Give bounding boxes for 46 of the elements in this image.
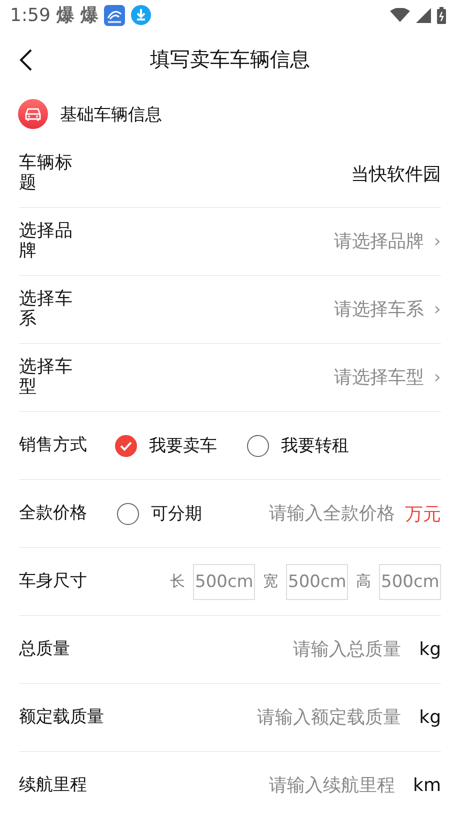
back-icon[interactable]	[18, 48, 34, 72]
notification-icon: 爆	[80, 3, 98, 27]
field-label: 额定载质量	[19, 708, 104, 727]
dimension-field[interactable]: 500cm	[379, 564, 441, 600]
input-field[interactable]: 请输入续航里程	[97, 775, 396, 796]
unit-label: 万元	[405, 502, 441, 526]
select-field[interactable]: 请选择车型	[87, 367, 424, 388]
unit-label: km	[413, 775, 441, 796]
field-label: 销售方式	[19, 436, 87, 455]
dimension-field[interactable]: 500cm	[193, 564, 255, 600]
dimension-label: 高	[356, 572, 371, 591]
dimension-label: 长	[170, 572, 185, 591]
field-label: 车辆标题	[19, 154, 74, 193]
input-field[interactable]: 请输入额定载质量	[114, 707, 402, 728]
notification-icon: 爆	[56, 3, 74, 27]
page-title: 填写卖车车辆信息	[150, 46, 310, 72]
input-field[interactable]: 请输入全款价格	[212, 503, 395, 524]
wifi-icon	[390, 8, 410, 22]
app-icon	[104, 4, 126, 26]
input-field[interactable]: 当快软件园	[87, 163, 441, 184]
download-icon	[131, 5, 152, 25]
field-label: 全款价格	[19, 504, 87, 523]
radio-option[interactable]: 我要卖车	[115, 434, 217, 457]
dimension-label: 宽	[263, 572, 278, 591]
select-field[interactable]: 请选择品牌	[87, 231, 424, 252]
dimension-field[interactable]: 500cm	[286, 564, 348, 600]
radio-option[interactable]: 我要转租	[247, 434, 349, 457]
signal-icon	[416, 8, 431, 22]
unit-label: kg	[419, 639, 441, 660]
field-label: 选择车系	[19, 290, 74, 329]
status-time: 1:59	[10, 4, 50, 26]
unit-label: kg	[419, 707, 441, 728]
select-field[interactable]: 请选择车系	[87, 299, 424, 320]
radio-option[interactable]: 可分期	[117, 502, 202, 525]
field-label: 选择品牌	[19, 222, 74, 261]
car-icon	[18, 99, 48, 129]
chevron-icon: ›	[434, 367, 441, 388]
field-label: 选择车型	[19, 358, 74, 397]
field-label: 车身尺寸	[19, 572, 87, 591]
chevron-icon: ›	[434, 299, 441, 320]
field-label: 总质量	[19, 640, 70, 659]
battery-icon	[437, 6, 446, 24]
chevron-icon: ›	[434, 231, 441, 252]
input-field[interactable]: 请输入总质量	[80, 639, 402, 660]
section-title: 基础车辆信息	[60, 104, 162, 126]
field-label: 续航里程	[19, 776, 87, 795]
